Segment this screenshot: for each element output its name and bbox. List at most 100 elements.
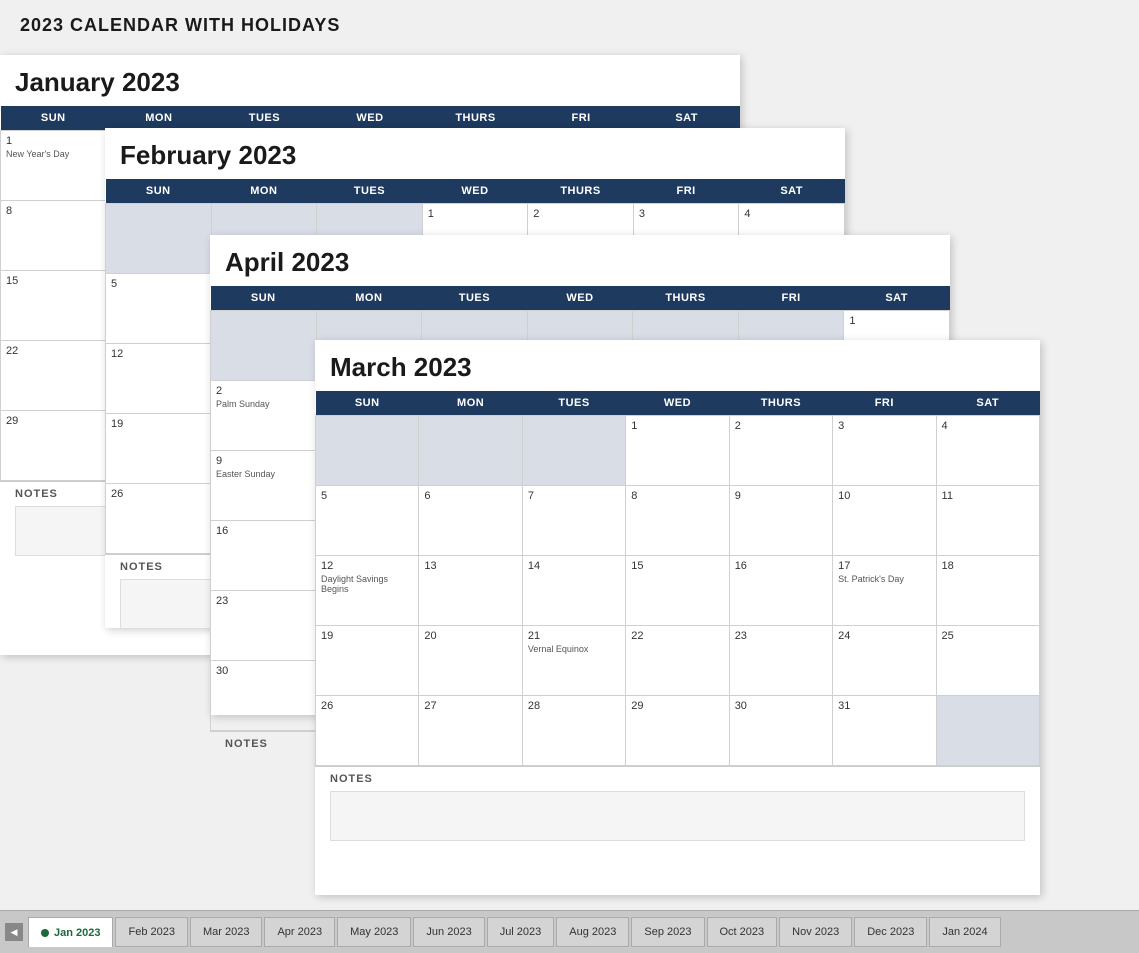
tab-jul-label: Jul 2023 xyxy=(500,926,542,938)
mar-cell: 11 xyxy=(936,486,1039,556)
mar-header-fri: FRI xyxy=(833,391,936,416)
tab-apr-label: Apr 2023 xyxy=(277,926,322,938)
apr-cell: 16 xyxy=(211,521,317,591)
feb-cell xyxy=(106,204,212,274)
tab-aug-2023[interactable]: Aug 2023 xyxy=(556,917,629,947)
tab-dec-label: Dec 2023 xyxy=(867,926,914,938)
apr-header-thu: THURS xyxy=(633,286,739,311)
mar-cell: 22 xyxy=(626,626,729,696)
jan-header-tue: TUES xyxy=(212,106,318,131)
mar-cell: 3 xyxy=(833,416,936,486)
tab-nov-2023[interactable]: Nov 2023 xyxy=(779,917,852,947)
table-row: 5 6 7 8 9 10 11 xyxy=(316,486,1040,556)
jan-header-thu: THURS xyxy=(423,106,529,131)
page-title: 2023 CALENDAR WITH HOLIDAYS xyxy=(20,15,1119,36)
feb-header-wed: WED xyxy=(422,179,528,204)
apr-header-sun: SUN xyxy=(211,286,317,311)
table-row: 26 27 28 29 30 31 xyxy=(316,696,1040,766)
jan-cell: 15 xyxy=(1,271,107,341)
january-title: January 2023 xyxy=(0,55,740,106)
tab-may-label: May 2023 xyxy=(350,926,398,938)
feb-cell: 19 xyxy=(106,414,212,484)
feb-header-tue: TUES xyxy=(317,179,423,204)
mar-cell xyxy=(522,416,625,486)
feb-cell: 5 xyxy=(106,274,212,344)
mar-cell xyxy=(936,696,1039,766)
mar-cell: 20 xyxy=(419,626,522,696)
active-tab-dot xyxy=(41,929,49,937)
tab-bar: ◀ Jan 2023 Feb 2023 Mar 2023 Apr 2023 Ma… xyxy=(0,910,1139,953)
table-row: 19 20 21Vernal Equinox 22 23 24 25 xyxy=(316,626,1040,696)
tab-dec-2023[interactable]: Dec 2023 xyxy=(854,917,927,947)
tab-jan-2024[interactable]: Jan 2024 xyxy=(929,917,1000,947)
main-area: 2023 CALENDAR WITH HOLIDAYS January 2023… xyxy=(0,0,1139,910)
mar-cell: 26 xyxy=(316,696,419,766)
feb-header-sun: SUN xyxy=(106,179,212,204)
mar-cell: 28 xyxy=(522,696,625,766)
mar-cell: 13 xyxy=(419,556,522,626)
mar-cell: 5 xyxy=(316,486,419,556)
feb-cell: 26 xyxy=(106,484,212,554)
tab-nov-label: Nov 2023 xyxy=(792,926,839,938)
tab-jan-2023[interactable]: Jan 2023 xyxy=(28,917,113,947)
mar-cell xyxy=(316,416,419,486)
table-row: 12Daylight Savings Begins 13 14 15 16 17… xyxy=(316,556,1040,626)
mar-cell: 17St. Patrick's Day xyxy=(833,556,936,626)
jan-header-wed: WED xyxy=(317,106,423,131)
apr-cell: 9Easter Sunday xyxy=(211,451,317,521)
feb-header-mon: MON xyxy=(211,179,317,204)
feb-header-thu: THURS xyxy=(528,179,634,204)
mar-notes-label: NOTES xyxy=(315,766,1040,791)
tab-sep-2023[interactable]: Sep 2023 xyxy=(631,917,704,947)
mar-cell: 12Daylight Savings Begins xyxy=(316,556,419,626)
tab-sep-label: Sep 2023 xyxy=(644,926,691,938)
mar-cell: 15 xyxy=(626,556,729,626)
calendar-march: March 2023 SUN MON TUES WED THURS FRI SA… xyxy=(315,340,1040,895)
tab-apr-2023[interactable]: Apr 2023 xyxy=(264,917,335,947)
mar-cell: 29 xyxy=(626,696,729,766)
tab-may-2023[interactable]: May 2023 xyxy=(337,917,411,947)
jan-cell: 22 xyxy=(1,341,107,411)
march-title: March 2023 xyxy=(315,340,1040,391)
tab-feb-2023[interactable]: Feb 2023 xyxy=(115,917,187,947)
jan-header-mon: MON xyxy=(106,106,212,131)
mar-header-wed: WED xyxy=(626,391,729,416)
tab-prev-button[interactable]: ◀ xyxy=(5,923,23,941)
mar-cell: 21Vernal Equinox xyxy=(522,626,625,696)
february-title: February 2023 xyxy=(105,128,845,179)
tab-jun-2023[interactable]: Jun 2023 xyxy=(413,917,484,947)
apr-header-fri: FRI xyxy=(738,286,844,311)
tab-jan-label: Jan 2023 xyxy=(54,927,100,939)
jan-cell: 29 xyxy=(1,411,107,481)
mar-cell xyxy=(419,416,522,486)
apr-header-mon: MON xyxy=(316,286,422,311)
mar-header-tue: TUES xyxy=(522,391,625,416)
mar-cell: 24 xyxy=(833,626,936,696)
jan-cell: 8 xyxy=(1,201,107,271)
april-title: April 2023 xyxy=(210,235,950,286)
mar-header-sat: SAT xyxy=(936,391,1039,416)
march-table: SUN MON TUES WED THURS FRI SAT 1 2 3 xyxy=(315,391,1040,766)
mar-cell: 30 xyxy=(729,696,832,766)
mar-cell: 25 xyxy=(936,626,1039,696)
tab-mar-2023[interactable]: Mar 2023 xyxy=(190,917,262,947)
apr-cell: 23 xyxy=(211,591,317,661)
mar-header-sun: SUN xyxy=(316,391,419,416)
mar-cell: 1 xyxy=(626,416,729,486)
mar-cell: 2 xyxy=(729,416,832,486)
apr-cell xyxy=(211,311,317,381)
mar-cell: 19 xyxy=(316,626,419,696)
mar-cell: 7 xyxy=(522,486,625,556)
mar-cell: 9 xyxy=(729,486,832,556)
mar-cell: 4 xyxy=(936,416,1039,486)
tab-oct-2023[interactable]: Oct 2023 xyxy=(707,917,778,947)
apr-header-wed: WED xyxy=(527,286,633,311)
tab-jun-label: Jun 2023 xyxy=(426,926,471,938)
mar-cell: 6 xyxy=(419,486,522,556)
mar-notes-area xyxy=(330,791,1025,841)
mar-cell: 27 xyxy=(419,696,522,766)
tab-jul-2023[interactable]: Jul 2023 xyxy=(487,917,555,947)
feb-header-fri: FRI xyxy=(633,179,739,204)
apr-header-tue: TUES xyxy=(422,286,528,311)
mar-header-thu: THURS xyxy=(729,391,832,416)
